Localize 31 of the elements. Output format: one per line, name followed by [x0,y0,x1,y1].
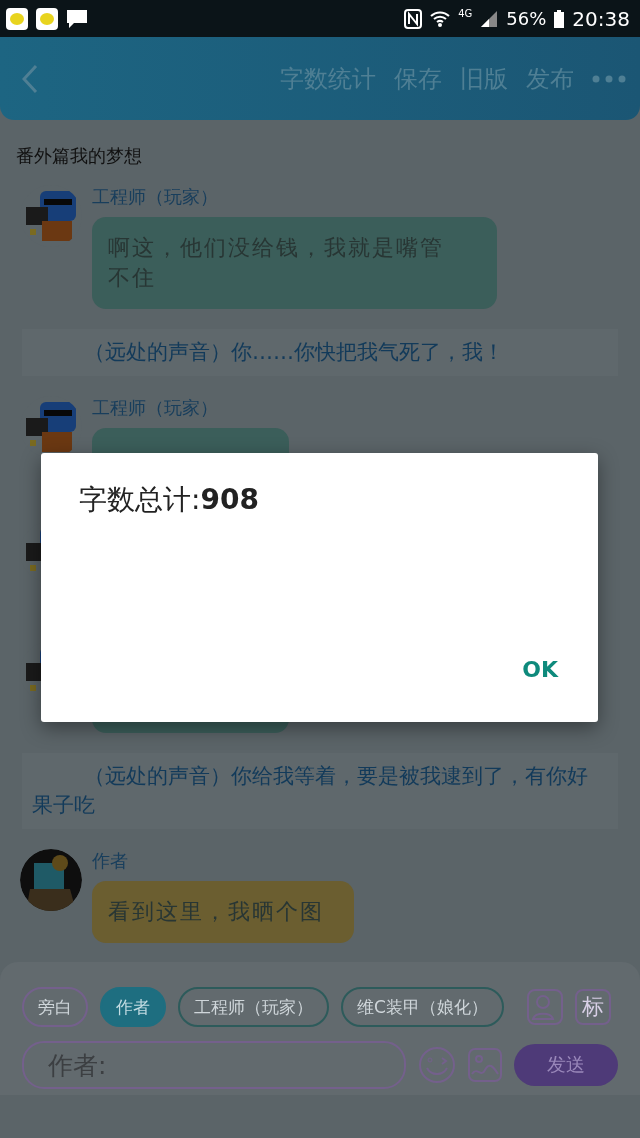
role-chip[interactable]: 旁白 [22,987,88,1027]
role-chip[interactable]: 维C装甲（娘化） [341,987,504,1027]
message-icon [66,8,88,29]
mark-button[interactable]: 标 [575,989,611,1025]
avatar [20,849,82,911]
image-icon[interactable] [468,1048,502,1082]
app-icon [36,7,58,30]
back-icon[interactable] [22,63,38,94]
chat-bubble: 看到这里，我晒个图 [92,881,354,943]
narration-text: （远处的声音）你……你快把我气死了，我！ [22,329,618,376]
speaker-name: 工程师（玩家） [92,396,218,420]
signal-icon [480,9,499,28]
role-chip[interactable]: 作者 [100,987,166,1027]
speaker-name: 作者 [92,849,128,873]
wifi-icon [430,9,451,28]
word-count-message: 字数总计:908 [79,482,260,518]
emoji-icon[interactable] [418,1046,456,1084]
nfc-icon [404,8,423,29]
story-title: 番外篇我的梦想 [15,144,143,168]
person-icon[interactable] [527,989,563,1025]
clock: 20:38 [572,6,630,31]
battery-level: 56% [506,8,547,29]
send-button[interactable]: 发送 [514,1044,618,1086]
network-type: 4G [458,8,473,19]
narration-text: （远处的声音）你给我等着，要是被我逮到了，有你好果子吃 [22,753,618,829]
battery-icon [554,9,565,28]
role-chip[interactable]: 工程师（玩家） [178,987,329,1027]
ok-button[interactable]: OK [522,653,558,686]
app-icon [6,7,28,30]
speaker-name: 工程师（玩家） [92,185,218,209]
more-icon[interactable] [592,74,626,83]
